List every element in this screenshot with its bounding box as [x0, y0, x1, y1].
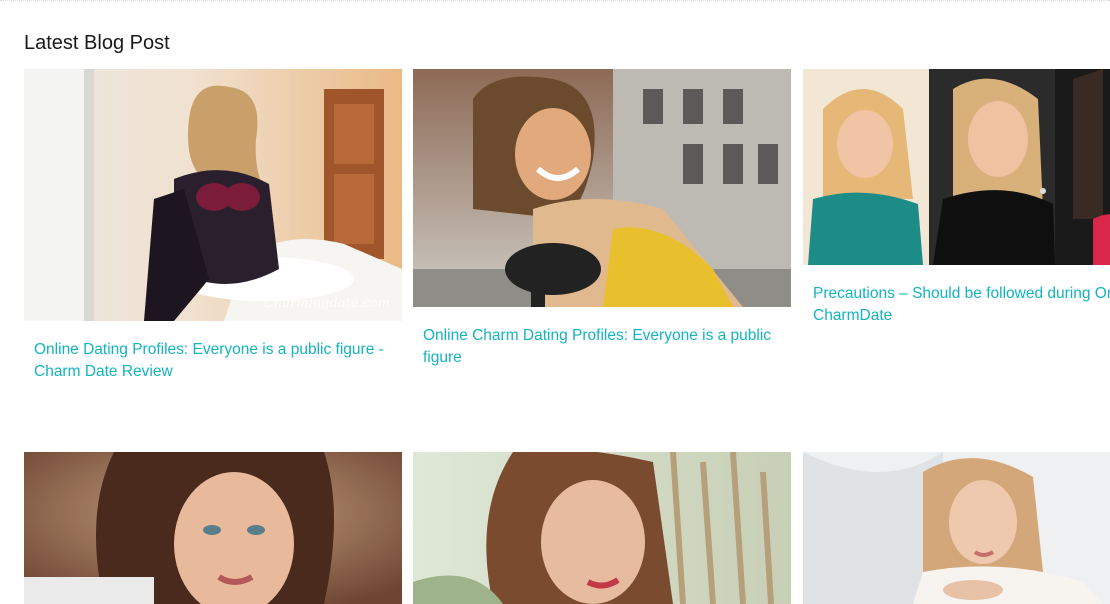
- post-image: Charmingdate.com: [24, 69, 402, 321]
- section-title: Latest Blog Post: [24, 32, 170, 54]
- image-watermark: Charmingdate.com: [264, 296, 390, 311]
- post-thumbnail[interactable]: Charmingdate.com: [24, 69, 402, 321]
- post-title-link[interactable]: Precautions – Should be followed during …: [803, 283, 1110, 327]
- post-thumbnail[interactable]: [413, 69, 791, 307]
- post-thumbnail[interactable]: [413, 452, 791, 604]
- post-image: [803, 69, 1110, 265]
- post-image: [413, 452, 791, 604]
- top-divider: [0, 0, 1110, 1]
- blog-card: Online Charm Dating Profiles: Everyone i…: [413, 69, 791, 369]
- post-title-link[interactable]: Online Charm Dating Profiles: Everyone i…: [413, 325, 791, 369]
- post-thumbnail[interactable]: [803, 69, 1110, 265]
- post-title-link[interactable]: Online Dating Profiles: Everyone is a pu…: [24, 339, 402, 383]
- blog-card: Charmingdate.com Online Dating Profiles:…: [24, 69, 402, 383]
- post-thumbnail[interactable]: [803, 452, 1110, 604]
- blog-card: [24, 452, 402, 604]
- blog-section: Latest Blog Post Charmingdate.com Online…: [0, 0, 1110, 604]
- blog-card: [803, 452, 1110, 604]
- post-image: [24, 452, 402, 604]
- blog-card: Precautions – Should be followed during …: [803, 69, 1110, 327]
- blog-card: [413, 452, 791, 604]
- post-thumbnail[interactable]: [24, 452, 402, 604]
- post-image: [413, 69, 791, 307]
- post-image: [803, 452, 1110, 604]
